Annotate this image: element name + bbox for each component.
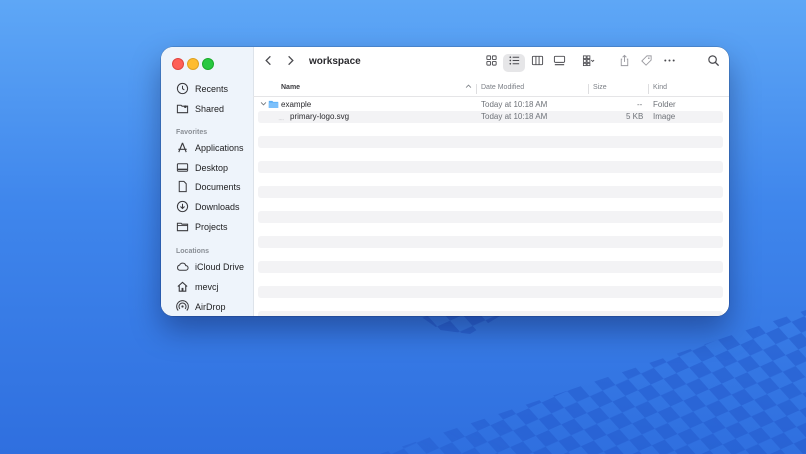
list-stripe: [258, 161, 723, 173]
column-separator[interactable]: [648, 84, 649, 94]
list-stripe: [258, 136, 723, 148]
sidebar-item-desktop[interactable]: Desktop: [176, 159, 228, 177]
list-stripe: [258, 236, 723, 248]
search-button[interactable]: [704, 55, 722, 71]
tag-button[interactable]: [637, 55, 655, 71]
file-list-pane: workspace Name Date Modified Size Kind e…: [253, 47, 729, 316]
locations-heading: Locations: [176, 248, 210, 255]
group-grid-icon: [582, 54, 595, 72]
file-name: primary-logo.svg: [290, 112, 350, 121]
sidebar-item-label: AirDrop: [195, 302, 226, 312]
list-stripe: [258, 311, 723, 316]
columns-icon: [531, 54, 544, 72]
table-row[interactable]: example Today at 10:18 AM -- Folder: [258, 99, 723, 111]
sidebar-item-label: Projects: [195, 222, 228, 232]
toolbar: workspace: [253, 47, 729, 79]
list-stripe: [258, 211, 723, 223]
folder-icon: [268, 99, 279, 111]
clock-icon: [176, 82, 189, 97]
sidebar-item-icloud-drive[interactable]: iCloud Drive: [176, 258, 244, 276]
sidebar-item-label: Recents: [195, 84, 229, 94]
download-icon: [176, 200, 189, 215]
minimize-window-button[interactable]: [187, 58, 199, 70]
group-by-button[interactable]: [575, 55, 601, 71]
search-icon: [707, 54, 720, 72]
list-icon: [508, 54, 521, 72]
sidebar-item-recents[interactable]: Recents: [176, 80, 228, 98]
home-icon: [176, 280, 189, 295]
sidebar-item-home[interactable]: mevcj: [176, 278, 219, 296]
list-stripe: [258, 286, 723, 298]
file-size: --: [637, 100, 643, 109]
sidebar-item-label: Applications: [195, 143, 244, 153]
back-button[interactable]: [259, 55, 277, 71]
chevron-down-icon[interactable]: [260, 100, 267, 109]
file-thumbnail-icon: [278, 114, 285, 123]
sidebar-item-shared[interactable]: Shared: [176, 100, 224, 118]
sidebar-item-label: Shared: [195, 104, 225, 114]
file-name: example: [281, 100, 312, 109]
list-stripe: [258, 186, 723, 198]
column-separator[interactable]: [588, 84, 589, 94]
sidebar-item-label: Documents: [195, 182, 241, 192]
tag-icon: [640, 54, 653, 72]
sidebar-item-label: iCloud Drive: [195, 262, 245, 272]
sidebar-item-applications[interactable]: Applications: [176, 139, 244, 157]
file-size: 5 KB: [626, 112, 644, 121]
file-date: Today at 10:18 AM: [481, 112, 548, 121]
file-kind: Image: [653, 112, 676, 121]
shared-folder-icon: [176, 102, 189, 117]
more-actions-button[interactable]: [659, 55, 679, 71]
sidebar-item-airdrop[interactable]: AirDrop: [176, 298, 226, 316]
column-header: Name Date Modified Size Kind: [253, 82, 729, 97]
applications-icon: [176, 141, 189, 156]
close-window-button[interactable]: [172, 58, 184, 70]
name-column-header[interactable]: Name: [281, 84, 300, 91]
gallery-icon: [553, 54, 566, 72]
share-icon: [618, 54, 631, 72]
zoom-window-button[interactable]: [202, 58, 214, 70]
sort-ascending-icon: [465, 83, 472, 92]
chevron-right-icon: [284, 54, 297, 72]
file-kind: Folder: [653, 100, 676, 109]
grid-icon: [485, 54, 498, 72]
gallery-view-button[interactable]: [549, 55, 569, 71]
date-column-header[interactable]: Date Modified: [481, 84, 524, 91]
sidebar-item-label: Desktop: [195, 163, 229, 173]
forward-button[interactable]: [281, 55, 299, 71]
sidebar-item-label: Downloads: [195, 202, 240, 212]
sidebar-item-downloads[interactable]: Downloads: [176, 198, 240, 216]
ellipsis-icon: [663, 54, 676, 72]
share-button[interactable]: [615, 54, 633, 72]
list-stripe: [258, 261, 723, 273]
finder-window: Recents Shared Favorites Applications De…: [161, 47, 729, 316]
list-view-button[interactable]: [503, 54, 525, 72]
kind-column-header[interactable]: Kind: [653, 84, 667, 91]
table-row[interactable]: primary-logo.svg Today at 10:18 AM 5 KB …: [258, 111, 723, 123]
cloud-icon: [176, 260, 189, 275]
favorites-heading: Favorites: [176, 129, 208, 136]
sidebar-item-projects[interactable]: Projects: [176, 218, 228, 236]
document-icon: [176, 180, 189, 195]
airdrop-icon: [176, 299, 189, 315]
chevron-left-icon: [262, 54, 275, 72]
folder-icon: [176, 220, 189, 235]
sidebar: Recents Shared Favorites Applications De…: [161, 47, 254, 316]
window-title: workspace: [309, 56, 361, 67]
desktop-icon: [176, 161, 189, 176]
sidebar-item-documents[interactable]: Documents: [176, 178, 241, 196]
column-view-button[interactable]: [527, 55, 547, 71]
size-column-header[interactable]: Size: [593, 84, 607, 91]
file-date: Today at 10:18 AM: [481, 100, 548, 109]
sidebar-item-label: mevcj: [195, 282, 219, 292]
column-separator[interactable]: [476, 84, 477, 94]
icon-view-button[interactable]: [481, 55, 501, 71]
